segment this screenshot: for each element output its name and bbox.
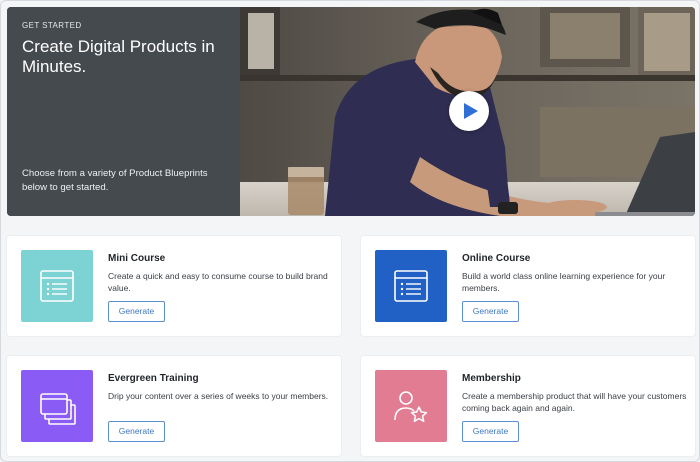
card-title: Evergreen Training [108, 373, 199, 384]
membership-tile [375, 370, 447, 442]
list-icon [394, 270, 428, 302]
play-button[interactable] [449, 91, 489, 131]
product-card-mini-course: Mini Course Create a quick and easy to c… [7, 236, 341, 336]
generate-button[interactable]: Generate [108, 421, 165, 442]
hero-title: Create Digital Products in Minutes. [22, 37, 215, 76]
hero-description: Choose from a variety of Product Bluepri… [22, 168, 208, 193]
hero-text-panel: GET STARTED Create Digital Products in M… [7, 7, 240, 216]
generate-button[interactable]: Generate [108, 301, 165, 322]
card-description: Drip your content over a series of weeks… [108, 391, 329, 401]
card-description: Create a quick and easy to consume cours… [108, 271, 328, 293]
product-card-online-course: Online Course Build a world class online… [361, 236, 695, 336]
card-title: Mini Course [108, 253, 166, 264]
hero-banner: GET STARTED Create Digital Products in M… [7, 7, 695, 216]
card-description: Build a world class online learning expe… [462, 271, 666, 293]
card-title: Membership [462, 373, 521, 384]
member-star-icon [394, 391, 428, 423]
card-description: Create a membership product that will ha… [462, 391, 687, 413]
online-course-tile [375, 250, 447, 322]
product-card-evergreen-training: Evergreen Training Drip your content ove… [7, 356, 341, 456]
generate-button[interactable]: Generate [462, 421, 519, 442]
product-card-membership: Membership Create a membership product t… [361, 356, 695, 456]
hero-eyebrow: GET STARTED [22, 21, 82, 30]
card-title: Online Course [462, 253, 531, 264]
hero-video[interactable] [240, 7, 695, 216]
page: GET STARTED Create Digital Products in M… [0, 0, 700, 462]
evergreen-training-tile [21, 370, 93, 442]
play-icon [464, 103, 478, 119]
list-icon [40, 270, 74, 302]
mini-course-tile [21, 250, 93, 322]
stacked-cards-icon [40, 393, 76, 425]
generate-button[interactable]: Generate [462, 301, 519, 322]
